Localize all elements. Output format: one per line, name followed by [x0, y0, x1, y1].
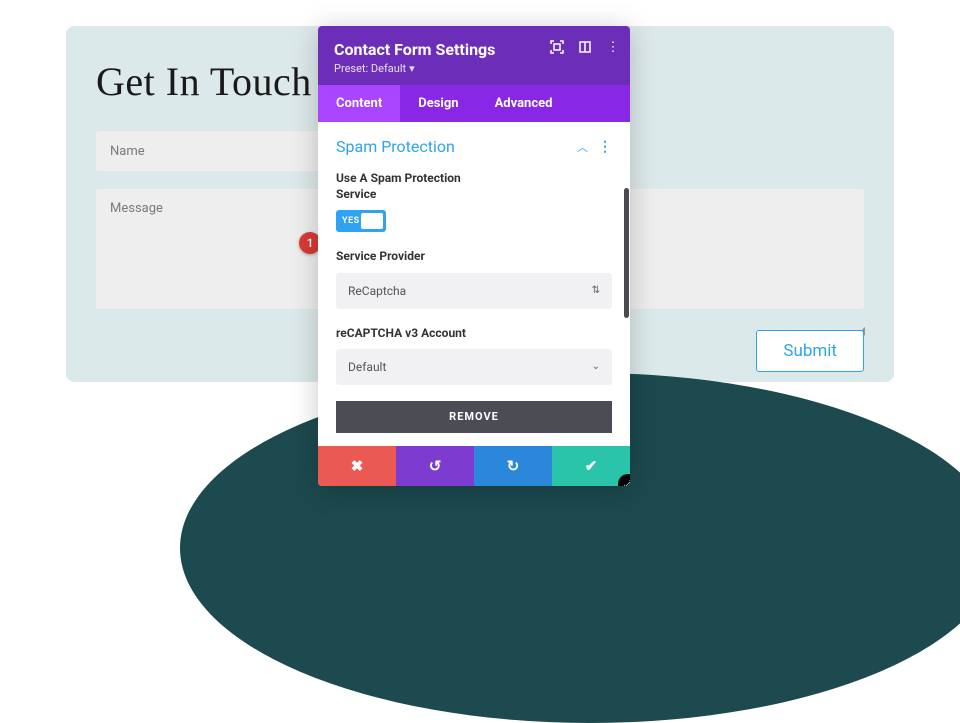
- submit-button[interactable]: Submit: [756, 330, 864, 372]
- target-icon[interactable]: [550, 40, 564, 54]
- toggle-knob: [361, 213, 383, 229]
- settings-panel: Contact Form Settings Preset: Default ▾ …: [318, 26, 630, 486]
- tab-content[interactable]: Content: [318, 85, 400, 122]
- header-icons: ⋮: [550, 40, 620, 54]
- use-service-label: Use A Spam Protection Service: [336, 170, 486, 202]
- provider-select[interactable]: ReCaptcha ⇅: [336, 273, 612, 309]
- account-label: reCAPTCHA v3 Account: [336, 325, 612, 341]
- chevron-down-icon: ⌄: [592, 361, 600, 372]
- panel-body: Spam Protection ︿ ⋮ Use A Spam Protectio…: [318, 122, 630, 446]
- expand-icon: ⤢: [624, 479, 630, 487]
- updown-icon: ⇅: [592, 285, 600, 296]
- undo-button[interactable]: ↺: [396, 446, 474, 486]
- use-service-toggle[interactable]: YES: [336, 210, 386, 232]
- tab-design[interactable]: Design: [400, 85, 476, 122]
- tabs: Content Design Advanced: [318, 85, 630, 122]
- panel-header: Contact Form Settings Preset: Default ▾ …: [318, 26, 630, 85]
- redo-button[interactable]: ↻: [474, 446, 552, 486]
- account-select[interactable]: Default ⌄: [336, 349, 612, 385]
- section-header: Spam Protection ︿ ⋮: [336, 137, 612, 156]
- cancel-button[interactable]: ✖: [318, 446, 396, 486]
- check-icon: ✔: [585, 457, 598, 475]
- preset-label: Preset: Default: [334, 62, 406, 75]
- chevron-down-icon: ▾: [409, 62, 415, 75]
- more-icon[interactable]: ⋮: [606, 40, 620, 54]
- name-field[interactable]: [96, 131, 334, 171]
- panel-footer: ✖ ↺ ↻ ✔: [318, 446, 630, 486]
- remove-button[interactable]: REMOVE: [336, 401, 612, 433]
- close-icon: ✖: [351, 457, 364, 475]
- section-title: Spam Protection: [336, 137, 455, 156]
- provider-value: ReCaptcha: [348, 284, 406, 298]
- collapse-icon[interactable]: ︿: [577, 139, 588, 155]
- redo-icon: ↻: [507, 457, 520, 475]
- section-more-icon[interactable]: ⋮: [598, 139, 612, 155]
- scrollbar[interactable]: [624, 188, 629, 318]
- toggle-text: YES: [342, 216, 360, 226]
- account-value: Default: [348, 360, 386, 374]
- tab-advanced[interactable]: Advanced: [477, 85, 571, 122]
- columns-icon[interactable]: [578, 40, 592, 54]
- undo-icon: ↺: [429, 457, 442, 475]
- preset-selector[interactable]: Preset: Default ▾: [334, 62, 614, 75]
- provider-label: Service Provider: [336, 248, 612, 264]
